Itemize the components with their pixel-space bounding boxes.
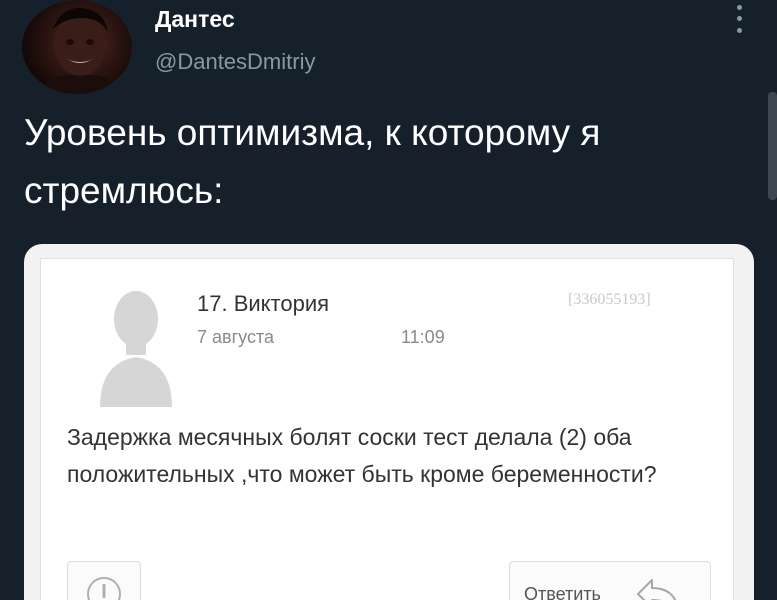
poster-name: 17. Виктория bbox=[197, 291, 330, 316]
avatar-image bbox=[38, 7, 122, 94]
reply-arrow-icon bbox=[637, 579, 677, 600]
tweet-media[interactable]: 17. Виктория [336055193] 7 августа 11:09… bbox=[24, 244, 754, 600]
post-time: 11:09 bbox=[401, 327, 445, 347]
post-question: Задержка месячных болят соски тест делал… bbox=[67, 424, 657, 487]
post-date: 7 августа bbox=[197, 327, 275, 347]
more-dot bbox=[736, 27, 742, 33]
tweet-text: Уровень оптимизма, к которому я стремлюс… bbox=[24, 112, 601, 211]
more-dot bbox=[736, 5, 742, 11]
author-handle[interactable]: @DantesDmitriy bbox=[155, 49, 315, 75]
forum-post-card: 17. Виктория [336055193] 7 августа 11:09… bbox=[40, 258, 734, 600]
exclamation-icon bbox=[87, 577, 121, 600]
user-silhouette-icon bbox=[100, 291, 172, 407]
scrollbar[interactable] bbox=[768, 92, 777, 200]
more-dot bbox=[736, 16, 742, 22]
author-avatar[interactable] bbox=[22, 0, 132, 94]
reply-button: Ответить bbox=[509, 561, 711, 600]
report-button bbox=[67, 561, 141, 600]
author-display-name[interactable]: Дантес bbox=[155, 6, 235, 33]
more-vertical-icon[interactable] bbox=[730, 2, 748, 36]
post-id: [336055193] bbox=[568, 291, 651, 308]
reply-label: Ответить bbox=[524, 584, 601, 600]
